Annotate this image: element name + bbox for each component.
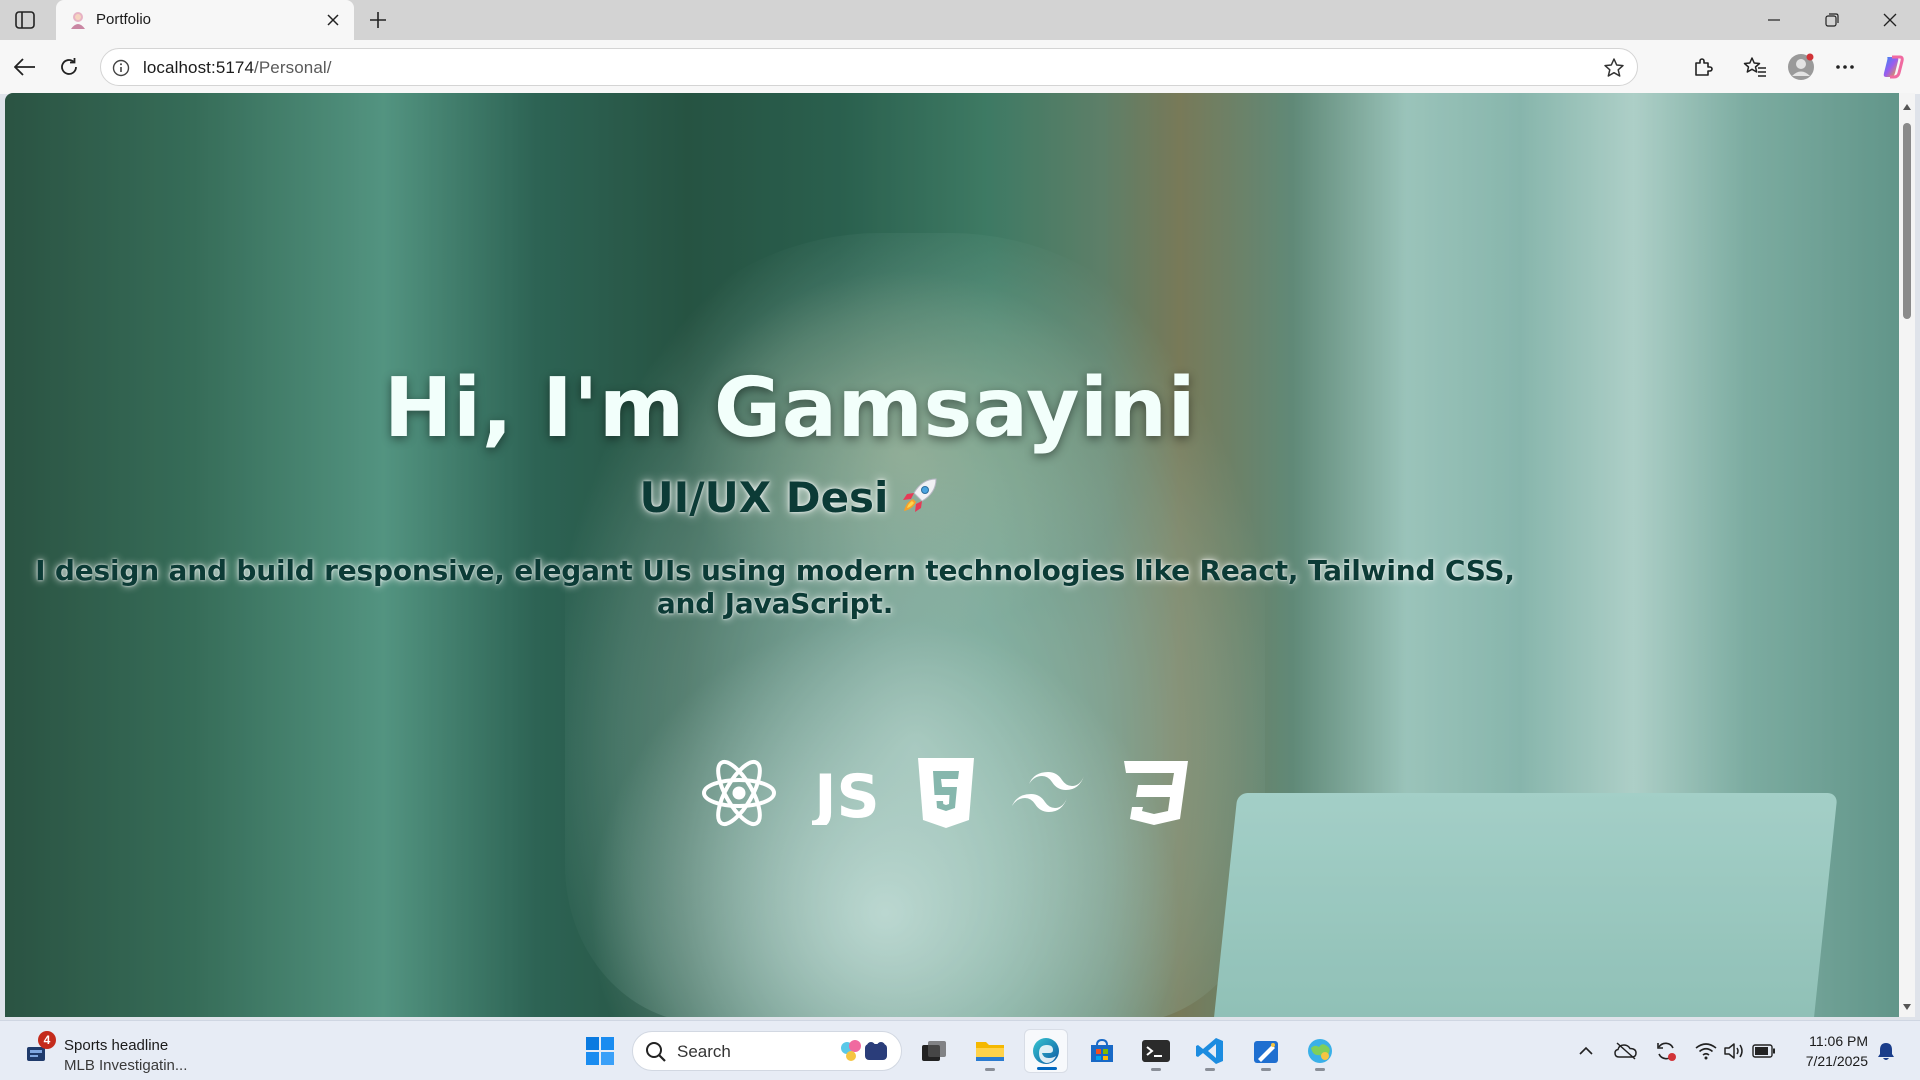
hero-subtitle: UI/UX Desi <box>5 473 1575 527</box>
file-explorer-button[interactable] <box>968 1029 1012 1073</box>
news-widget[interactable]: 4 Sports headline MLB Investigatin... <box>22 1029 222 1074</box>
refresh-icon[interactable] <box>52 51 86 83</box>
vscode-button[interactable] <box>1188 1029 1232 1073</box>
page-viewport: Hi, I'm Gamsayini UI/UX Desi I design an… <box>5 93 1899 1017</box>
taskbar-clock[interactable]: 11:06 PM 7/21/2025 <box>1778 1031 1868 1071</box>
scroll-thumb[interactable] <box>1903 123 1911 319</box>
widget-headline: Sports headline <box>64 1037 169 1054</box>
portfolio-favicon-icon <box>68 10 88 30</box>
tab-portfolio[interactable]: Portfolio <box>56 0 354 40</box>
hero-title: Hi, I'm Gamsayini <box>383 361 1197 456</box>
start-button[interactable] <box>578 1029 622 1073</box>
search-highlight-icon <box>835 1036 895 1068</box>
onedrive-offline-icon[interactable] <box>1614 1039 1638 1063</box>
hero-description: I design and build responsive, elegant U… <box>35 554 1515 620</box>
taskbar-search[interactable]: Search <box>632 1031 902 1071</box>
browser-tab-bar: Portfolio <box>0 0 1920 40</box>
terminal-button[interactable] <box>1134 1029 1178 1073</box>
search-icon <box>645 1041 667 1068</box>
wifi-icon[interactable] <box>1694 1039 1718 1063</box>
favorite-star-icon[interactable] <box>1601 55 1627 81</box>
close-window-icon[interactable] <box>1868 6 1912 34</box>
running-indicator <box>1315 1068 1325 1071</box>
active-indicator <box>1037 1067 1057 1070</box>
scroll-up-arrow-icon[interactable] <box>1902 99 1912 110</box>
paint-app-button[interactable] <box>1244 1029 1288 1073</box>
favorites-icon[interactable] <box>1738 51 1772 83</box>
running-indicator <box>1261 1068 1271 1071</box>
hero-section: Hi, I'm Gamsayini UI/UX Desi I design an… <box>5 93 1899 1017</box>
search-label: Search <box>677 1042 731 1061</box>
back-arrow-icon[interactable] <box>8 51 42 83</box>
battery-icon[interactable] <box>1752 1039 1776 1063</box>
restore-icon[interactable] <box>1810 6 1854 34</box>
running-indicator <box>1151 1068 1161 1071</box>
widget-subheadline: MLB Investigatin... <box>64 1057 188 1074</box>
url-text[interactable]: localhost:5174/Personal/ <box>143 58 332 78</box>
profile-avatar[interactable] <box>1784 51 1818 83</box>
windows-taskbar: 4 Sports headline MLB Investigatin... Se… <box>0 1020 1920 1080</box>
address-bar[interactable]: localhost:5174/Personal/ <box>100 48 1638 86</box>
javascript-icon: JS <box>812 755 882 831</box>
running-indicator <box>1205 1068 1215 1071</box>
url-path: /Personal/ <box>254 58 332 77</box>
scroll-down-arrow-icon[interactable] <box>1902 999 1912 1010</box>
page-scrollbar[interactable] <box>1899 93 1915 1017</box>
running-indicator <box>985 1068 995 1071</box>
tab-title: Portfolio <box>96 11 152 28</box>
hero-subtitle-text: UI/UX Desi <box>639 473 889 522</box>
notification-bell-icon[interactable] <box>1874 1039 1898 1063</box>
css3-icon <box>1120 755 1190 831</box>
tailwind-icon <box>1010 755 1086 831</box>
extensions-icon[interactable] <box>1686 51 1720 83</box>
browser-toolbar: localhost:5174/Personal/ <box>0 40 1920 94</box>
url-host: localhost:5174 <box>143 58 255 77</box>
javascript-icon-label: JS <box>812 762 880 825</box>
html5-icon <box>916 755 976 831</box>
clock-time: 11:06 PM <box>1809 1033 1868 1049</box>
rocket-icon <box>898 475 940 527</box>
clock-date: 7/21/2025 <box>1805 1053 1868 1069</box>
copilot-icon[interactable] <box>1876 51 1910 83</box>
tech-icons-row: JS <box>700 753 1190 833</box>
site-info-icon[interactable] <box>109 56 133 80</box>
sync-icon[interactable] <box>1654 1039 1678 1063</box>
new-tab-icon[interactable] <box>364 6 392 34</box>
react-icon <box>700 755 778 831</box>
close-tab-icon[interactable] <box>322 9 344 31</box>
more-options-icon[interactable] <box>1828 51 1862 83</box>
volume-icon[interactable] <box>1722 1039 1746 1063</box>
notification-badge: 4 <box>38 1031 56 1049</box>
microsoft-store-button[interactable] <box>1080 1029 1124 1073</box>
minimize-icon[interactable] <box>1752 6 1796 34</box>
edge-browser-button[interactable] <box>1024 1029 1068 1073</box>
show-hidden-icons-chevron-icon[interactable] <box>1574 1039 1598 1063</box>
weather-app-button[interactable] <box>1298 1029 1342 1073</box>
task-view-button[interactable] <box>912 1029 956 1073</box>
sidebar-toggle-icon[interactable] <box>12 8 38 32</box>
